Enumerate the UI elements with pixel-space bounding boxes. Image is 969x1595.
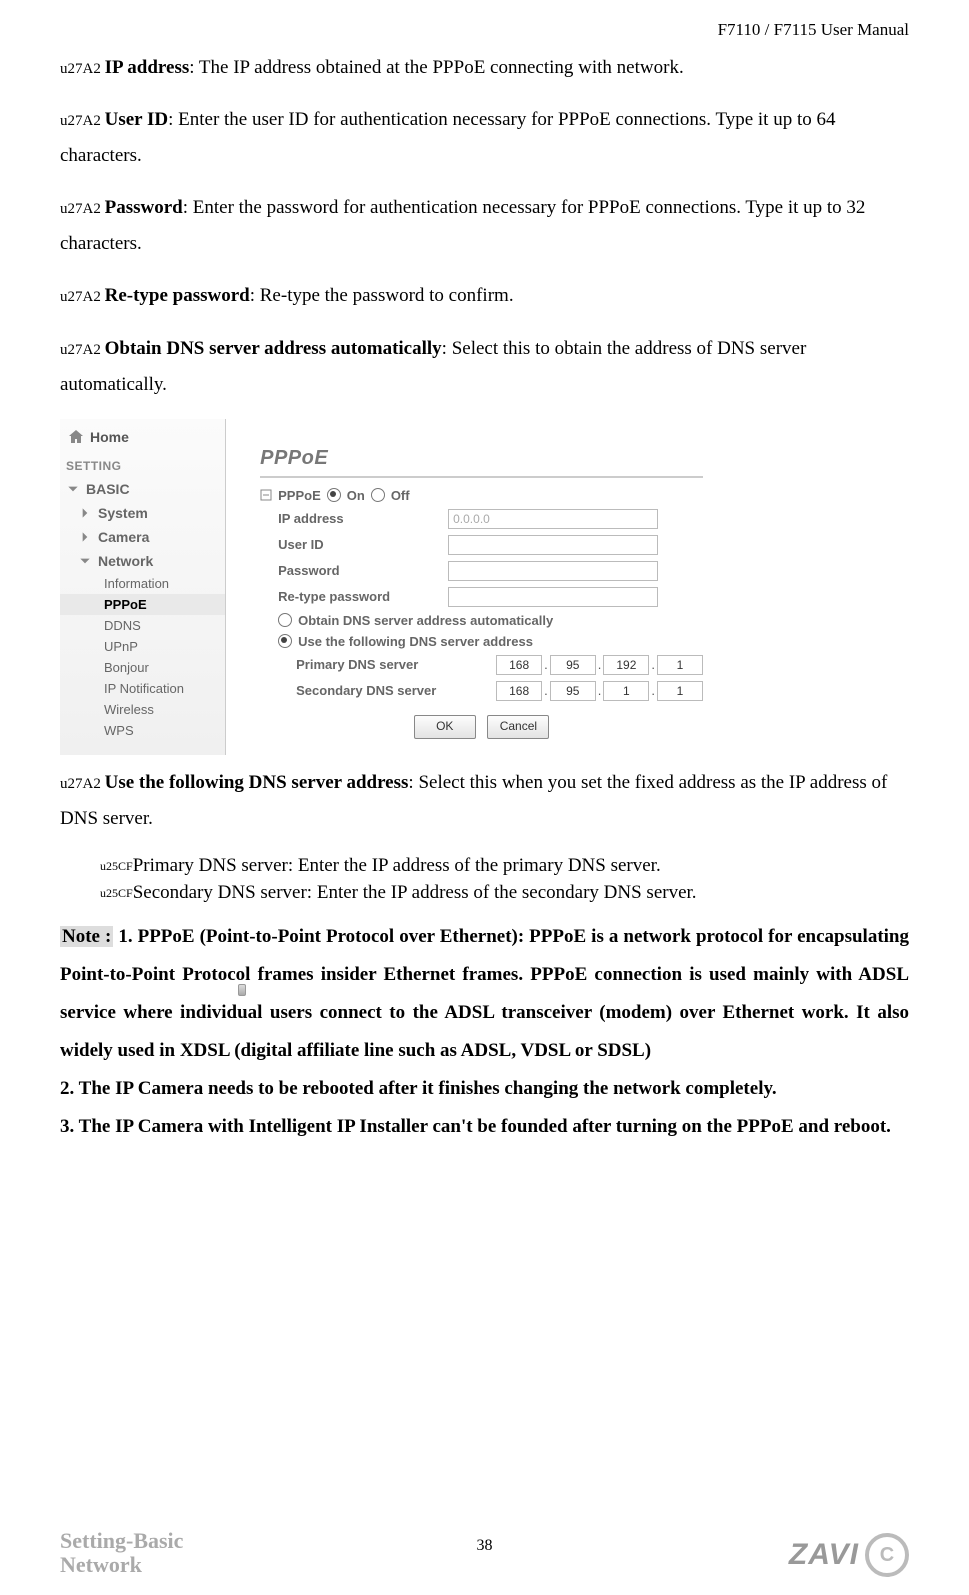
retype-password-label: Re-type password [260, 589, 448, 604]
pppoe-toggle-row: PPPoE On Off [260, 488, 703, 503]
sub-primary-dns: Primary DNS server: Enter the IP address… [100, 853, 909, 880]
ip-label: IP address [260, 511, 448, 526]
note-label: Note : [60, 926, 113, 947]
sidebar-system[interactable]: System [60, 501, 225, 525]
sub-secondary-dns: Secondary DNS server: Enter the IP addre… [100, 880, 909, 907]
note-block: Note : 1. PPPoE (Point-to-Point Protocol… [60, 918, 909, 1146]
sidebar-sub-wps[interactable]: WPS [60, 720, 225, 741]
secondary-dns-2[interactable] [550, 681, 596, 701]
label-password: Password [105, 197, 183, 218]
password-input[interactable] [448, 561, 658, 581]
button-row: OK Cancel [260, 715, 703, 745]
footer-section-title: Setting-Basic Network [60, 1529, 183, 1577]
para-obtain-dns: Obtain DNS server address automatically:… [60, 331, 909, 403]
row-secondary-dns: Secondary DNS server . . . [260, 681, 703, 701]
sidebar-basic[interactable]: BASIC [60, 477, 225, 501]
user-label: User ID [260, 537, 448, 552]
page-footer: Setting-Basic Network 38 ZAVI C [0, 1529, 969, 1577]
sidebar-sub-pppoe[interactable]: PPPoE [60, 594, 225, 615]
label-use-dns: Use the following DNS server address [105, 772, 409, 793]
row-retype-password: Re-type password [260, 587, 703, 607]
main-panel: PPPoE PPPoE On Off IP address User ID Pa… [226, 419, 715, 755]
row-ip: IP address [260, 509, 703, 529]
chevron-down-icon [66, 482, 80, 496]
label-user-id: User ID [105, 109, 169, 130]
scrollbar-handle[interactable] [238, 984, 246, 996]
panel-title: PPPoE [260, 447, 703, 470]
note-1: 1. PPPoE (Point-to-Point Protocol over E… [60, 926, 909, 1061]
row-user: User ID [260, 535, 703, 555]
dns-manual-label: Use the following DNS server address [292, 634, 533, 649]
primary-dns-label: Primary DNS server [260, 657, 496, 672]
sidebar-camera[interactable]: Camera [60, 525, 225, 549]
row-password: Password [260, 561, 703, 581]
note-3: 3. The IP Camera with Intelligent IP Ins… [60, 1108, 909, 1146]
panel-divider [260, 474, 703, 478]
radio-off[interactable] [371, 488, 385, 502]
para-retype-password: Re-type password: Re-type the password t… [60, 278, 909, 314]
para-use-dns: Use the following DNS server address: Se… [60, 765, 909, 837]
primary-dns-1[interactable] [496, 655, 542, 675]
sidebar: Home SETTING BASIC System Camera Network… [60, 419, 226, 755]
header-manual-title: F7110 / F7115 User Manual [60, 20, 909, 40]
primary-dns-4[interactable] [657, 655, 703, 675]
sidebar-sub-bonjour[interactable]: Bonjour [60, 657, 225, 678]
para-password: Password: Enter the password for authent… [60, 190, 909, 262]
home-icon [68, 429, 84, 445]
sidebar-home[interactable]: Home [60, 425, 225, 455]
sidebar-sub-wireless[interactable]: Wireless [60, 699, 225, 720]
password-label: Password [260, 563, 448, 578]
chevron-down-icon [78, 554, 92, 568]
pppoe-toggle-label: PPPoE [278, 488, 321, 503]
settings-screenshot: Home SETTING BASIC System Camera Network… [60, 419, 715, 755]
cancel-button[interactable]: Cancel [487, 715, 549, 739]
user-input[interactable] [448, 535, 658, 555]
ip-input [448, 509, 658, 529]
row-dns-auto: Obtain DNS server address automatically [260, 613, 703, 628]
primary-dns-2[interactable] [550, 655, 596, 675]
secondary-dns-3[interactable] [603, 681, 649, 701]
primary-dns-3[interactable] [603, 655, 649, 675]
sidebar-sub-upnp[interactable]: UPnP [60, 636, 225, 657]
secondary-dns-label: Secondary DNS server [260, 683, 496, 698]
sidebar-sub-information[interactable]: Information [60, 573, 225, 594]
label-retype-password: Re-type password [105, 285, 250, 306]
ok-button[interactable]: OK [414, 715, 476, 739]
logo-mark-icon: C [865, 1533, 909, 1577]
off-label: Off [391, 488, 410, 503]
note-2: 2. The IP Camera needs to be rebooted af… [60, 1070, 909, 1108]
sidebar-setting-header: SETTING [60, 455, 225, 477]
radio-dns-manual[interactable] [278, 634, 292, 648]
sidebar-network[interactable]: Network [60, 549, 225, 573]
row-dns-manual: Use the following DNS server address [260, 634, 703, 649]
para-ip-address: IP address: The IP address obtained at t… [60, 50, 909, 86]
brand-logo: ZAVI C [789, 1533, 909, 1577]
chevron-right-icon [78, 530, 92, 544]
logo-text: ZAVI [789, 1538, 859, 1572]
radio-on[interactable] [327, 488, 341, 502]
dns-auto-label: Obtain DNS server address automatically [292, 613, 553, 628]
row-primary-dns: Primary DNS server . . . [260, 655, 703, 675]
retype-password-input[interactable] [448, 587, 658, 607]
sidebar-sub-ddns[interactable]: DDNS [60, 615, 225, 636]
chevron-right-icon [78, 506, 92, 520]
secondary-dns-4[interactable] [657, 681, 703, 701]
page-number: 38 [477, 1537, 493, 1555]
para-user-id: User ID: Enter the user ID for authentic… [60, 102, 909, 174]
on-label: On [347, 488, 365, 503]
collapse-icon[interactable] [260, 489, 272, 501]
label-obtain-dns: Obtain DNS server address automatically [105, 338, 442, 359]
sidebar-sub-ipnotification[interactable]: IP Notification [60, 678, 225, 699]
secondary-dns-1[interactable] [496, 681, 542, 701]
radio-dns-auto[interactable] [278, 613, 292, 627]
label-ip-address: IP address [105, 57, 190, 78]
